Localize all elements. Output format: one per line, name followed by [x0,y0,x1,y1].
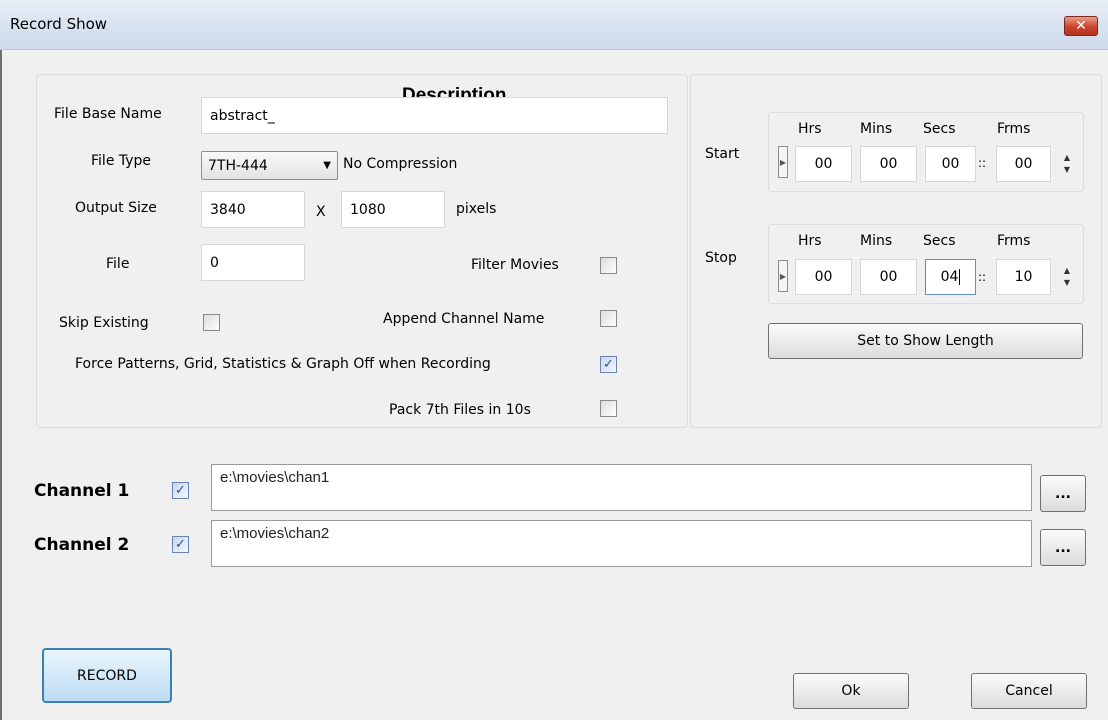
output-size-label: Output Size [75,200,157,216]
window-title: Record Show [10,15,108,33]
start-secs-header: Secs [923,121,956,137]
stop-hrs-header: Hrs [798,233,822,249]
output-width-input[interactable]: 3840 [201,191,305,228]
file-input[interactable]: 0 [201,244,305,281]
cancel-button[interactable]: Cancel [971,673,1087,709]
compression-label: No Compression [343,156,458,172]
check-icon: ✓ [175,483,186,498]
file-type-select[interactable]: 7TH-444 ▼ [201,151,338,180]
stop-scrub-handle[interactable]: ▶ [778,260,788,292]
append-channel-name-checkbox[interactable] [600,310,617,327]
channel-2-path-input[interactable]: e:\movies\chan2 [211,520,1032,567]
append-channel-name-label: Append Channel Name [383,311,545,327]
title-bar: Record Show ✕ [0,0,1108,50]
stop-mins-header: Mins [860,233,893,249]
stop-frame-separator: :: [978,270,987,284]
chevron-down-icon: ▼ [323,160,331,171]
start-frms-field[interactable]: 00 [996,146,1051,182]
spinner-down-icon[interactable]: ▼ [1064,277,1070,289]
stop-mins-field[interactable]: 00 [860,259,917,295]
stop-secs-header: Secs [923,233,956,249]
file-base-name-input[interactable]: abstract_ [201,97,668,134]
stop-frms-field[interactable]: 10 [996,259,1051,295]
filter-movies-label: Filter Movies [471,257,559,273]
stop-frms-spinner[interactable]: ▲ ▼ [1060,265,1074,289]
start-frame-separator: :: [978,156,987,170]
channel-2-browse-button[interactable]: ... [1040,529,1086,566]
start-mins-header: Mins [860,121,893,137]
start-secs-field[interactable]: 00 [925,146,976,182]
start-hrs-field[interactable]: 00 [795,146,852,182]
stop-secs-value: 04 [940,269,959,285]
play-icon: ▶ [779,157,787,167]
channel-2-label: Channel 2 [34,535,130,555]
filter-movies-checkbox[interactable] [600,257,617,274]
start-frms-header: Frms [997,121,1031,137]
channel-1-checkbox[interactable]: ✓ [172,482,189,499]
channel-1-browse-button[interactable]: ... [1040,475,1086,512]
force-off-label: Force Patterns, Grid, Statistics & Graph… [75,356,491,372]
channel-2-checkbox[interactable]: ✓ [172,536,189,553]
output-size-separator: X [316,204,326,220]
check-icon: ✓ [175,537,186,552]
start-mins-field[interactable]: 00 [860,146,917,182]
stop-hrs-field[interactable]: 00 [795,259,852,295]
channel-1-label: Channel 1 [34,481,130,501]
stop-secs-field[interactable]: 04 [925,259,976,295]
stop-label: Stop [705,250,737,266]
file-type-label: File Type [91,153,152,169]
spinner-up-icon[interactable]: ▲ [1064,152,1070,164]
play-icon: ▶ [779,271,787,281]
close-button[interactable]: ✕ [1064,16,1098,36]
file-base-name-label: File Base Name [54,106,162,122]
spinner-up-icon[interactable]: ▲ [1064,265,1070,277]
start-label: Start [705,146,740,162]
output-height-input[interactable]: 1080 [341,191,445,228]
skip-existing-label: Skip Existing [59,315,149,331]
channel-1-path-input[interactable]: e:\movies\chan1 [211,464,1032,511]
file-label: File [106,256,130,272]
check-icon: ✓ [603,357,614,372]
pack-files-checkbox[interactable] [600,400,617,417]
text-caret [959,269,961,285]
start-hrs-header: Hrs [798,121,822,137]
skip-existing-checkbox[interactable] [203,314,220,331]
start-scrub-handle[interactable]: ▶ [778,146,788,178]
stop-frms-header: Frms [997,233,1031,249]
force-off-checkbox[interactable]: ✓ [600,356,617,373]
close-icon: ✕ [1075,18,1087,34]
ok-button[interactable]: Ok [793,673,909,709]
start-frms-spinner[interactable]: ▲ ▼ [1060,152,1074,176]
record-button[interactable]: RECORD [42,648,172,703]
spinner-down-icon[interactable]: ▼ [1064,164,1070,176]
set-show-length-button[interactable]: Set to Show Length [768,323,1083,359]
pack-files-label: Pack 7th Files in 10s [389,402,531,418]
file-type-value: 7TH-444 [208,157,268,174]
pixels-unit-label: pixels [456,201,497,217]
